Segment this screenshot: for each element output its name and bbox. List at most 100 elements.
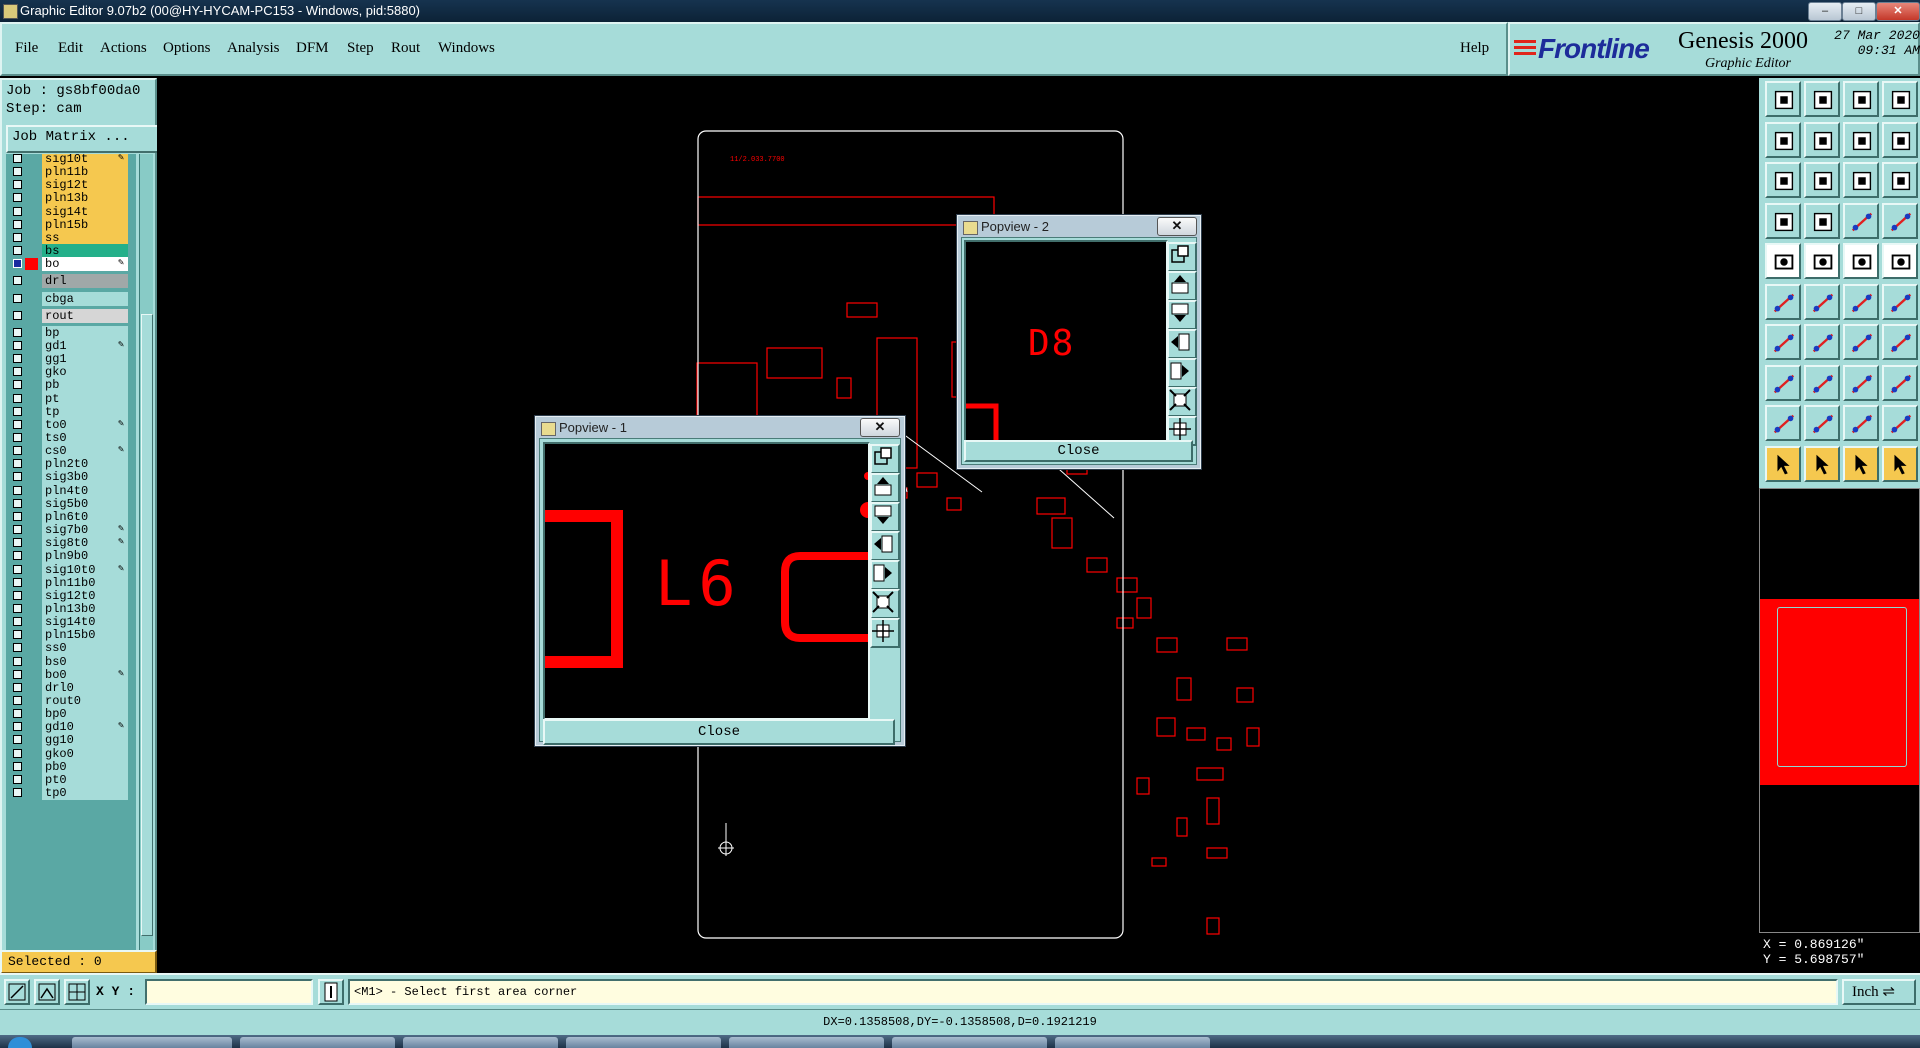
layer-row[interactable]: gd1 ✎ — [6, 338, 128, 353]
pointer-alt-icon[interactable] — [1804, 445, 1840, 482]
layer-checkbox[interactable] — [13, 219, 22, 229]
start-button[interactable] — [8, 1037, 32, 1048]
menu-edit[interactable]: Edit — [58, 40, 83, 57]
close-window-button[interactable]: ✕ — [1876, 2, 1920, 21]
bracket-icon[interactable] — [1843, 364, 1879, 401]
layer-row[interactable]: sig7b0 ✎ — [6, 523, 128, 538]
layer-row[interactable]: gg1 — [6, 352, 128, 367]
layer-checkbox[interactable] — [13, 232, 22, 242]
layer-row[interactable]: ss0 — [6, 641, 128, 656]
layer-row[interactable]: bo ✎ — [6, 257, 128, 272]
popview-2-view[interactable]: D8 — [964, 240, 1168, 442]
unit-toggle-button[interactable]: Inch ⇌ — [1842, 979, 1916, 1005]
layer-checkbox[interactable] — [13, 551, 22, 561]
xy-input[interactable] — [145, 979, 313, 1005]
info-icon[interactable] — [318, 979, 344, 1005]
layer-row[interactable]: sig14t — [6, 204, 128, 219]
popview-2-tool-down-icon[interactable] — [1167, 300, 1197, 330]
shape-icon[interactable] — [1843, 405, 1879, 441]
layer-row[interactable]: gg10 — [6, 733, 128, 748]
popview-1-tool-zoom-icon[interactable] — [870, 444, 900, 474]
layer-checkbox[interactable] — [13, 340, 22, 350]
layer-row[interactable]: rout0 — [6, 694, 128, 708]
taskbar-item[interactable] — [566, 1037, 721, 1048]
layer-row[interactable]: pb0 — [6, 759, 128, 774]
layer-checkbox[interactable] — [13, 669, 22, 679]
measure-icon[interactable] — [34, 979, 60, 1005]
layer-row[interactable]: sig14t0 — [6, 615, 128, 630]
popview-1-tool-expand-icon[interactable] — [870, 618, 900, 648]
layer-row[interactable]: drl — [6, 274, 128, 289]
save-job-icon[interactable] — [1804, 81, 1840, 117]
layer-checkbox[interactable] — [13, 748, 22, 758]
menu-windows[interactable]: Windows — [438, 40, 495, 57]
profile-icon[interactable] — [1804, 405, 1840, 441]
layer-checkbox[interactable] — [13, 393, 22, 403]
menu-dfm[interactable]: DFM — [296, 40, 329, 57]
minimize-button[interactable]: – — [1808, 2, 1842, 21]
layer-row[interactable]: pln13b0 — [6, 601, 128, 616]
layer-row[interactable]: tp — [6, 404, 128, 419]
pointer-select-icon[interactable] — [1843, 445, 1879, 482]
layer-row[interactable]: rout — [6, 308, 128, 323]
layer-row[interactable]: pln11b — [6, 165, 128, 180]
layer-checkbox[interactable] — [13, 167, 22, 177]
layer-row[interactable]: bp0 — [6, 707, 128, 722]
layer-checkbox[interactable] — [13, 656, 22, 666]
layer-checkbox[interactable] — [13, 735, 22, 745]
taskbar-item[interactable] — [1055, 1037, 1210, 1048]
layer-row[interactable]: pb — [6, 378, 128, 393]
layer-checkbox[interactable] — [13, 259, 22, 269]
popview-2-close-button[interactable]: Close — [964, 440, 1193, 462]
menu-file[interactable]: File — [15, 40, 38, 57]
layer-checkbox[interactable] — [13, 722, 22, 732]
layer-row[interactable]: drl0 — [6, 680, 128, 695]
layer-checkbox[interactable] — [13, 630, 22, 640]
layer-row[interactable]: sig12t — [6, 178, 128, 193]
layer-checkbox[interactable] — [13, 310, 22, 320]
layer-checkbox[interactable] — [13, 433, 22, 442]
triangle-icon[interactable] — [1765, 405, 1801, 441]
layer-checkbox[interactable] — [13, 354, 22, 364]
layer-row[interactable]: bp — [6, 325, 128, 340]
home-icon[interactable] — [1843, 81, 1879, 117]
layer-checkbox[interactable] — [13, 709, 22, 719]
popview-2-tool-zoom-icon[interactable] — [1167, 242, 1197, 272]
menu-step[interactable]: Step — [347, 40, 374, 57]
layer-row[interactable]: gko — [6, 365, 128, 380]
popview-1-tool-down-icon[interactable] — [870, 502, 900, 532]
layer-checkbox[interactable] — [13, 380, 22, 390]
taskbar-item[interactable] — [892, 1037, 1047, 1048]
help-icon[interactable] — [1882, 162, 1918, 198]
pointer-icon[interactable] — [1765, 445, 1801, 482]
swap-icon[interactable] — [1843, 121, 1879, 158]
pointer-move-icon[interactable] — [1882, 445, 1918, 482]
layer-checkbox[interactable] — [13, 577, 22, 587]
layer-row[interactable]: pln13b — [6, 191, 128, 206]
layer-checkbox[interactable] — [13, 180, 22, 190]
taskbar-item[interactable] — [240, 1037, 395, 1048]
layer-checkbox[interactable] — [13, 498, 22, 508]
popview-2-close-x[interactable]: ✕ — [1157, 217, 1197, 236]
center-icon[interactable] — [1804, 162, 1840, 198]
layer-row[interactable]: pln2t0 — [6, 457, 128, 472]
layer-row[interactable]: pln11b0 — [6, 575, 128, 590]
layer-checkbox[interactable] — [13, 276, 22, 286]
menu-rout[interactable]: Rout — [391, 40, 420, 57]
snap-icon[interactable] — [1765, 202, 1801, 239]
taskbar-item[interactable] — [72, 1037, 232, 1048]
layer-checkbox[interactable] — [13, 154, 22, 163]
popview-2-tool-left-icon[interactable] — [1167, 329, 1197, 359]
dot-icon[interactable] — [1882, 243, 1918, 279]
popview-1-tool-right-icon[interactable] — [870, 560, 900, 590]
layer-row[interactable]: bs0 — [6, 654, 128, 669]
grid-icon[interactable] — [64, 979, 90, 1005]
job-matrix-button[interactable]: Job Matrix ... — [6, 125, 162, 153]
arc-icon[interactable] — [1843, 324, 1879, 360]
layer-checkbox[interactable] — [13, 206, 22, 216]
popview-2-tool-right-icon[interactable] — [1167, 358, 1197, 388]
graphic-canvas[interactable]: 11/2.033.7700 — [157, 78, 1759, 973]
layer-row[interactable]: sig5b0 — [6, 496, 128, 511]
layer-row[interactable]: sig3b0 — [6, 470, 128, 485]
layer-row[interactable]: pln4t0 — [6, 483, 128, 498]
